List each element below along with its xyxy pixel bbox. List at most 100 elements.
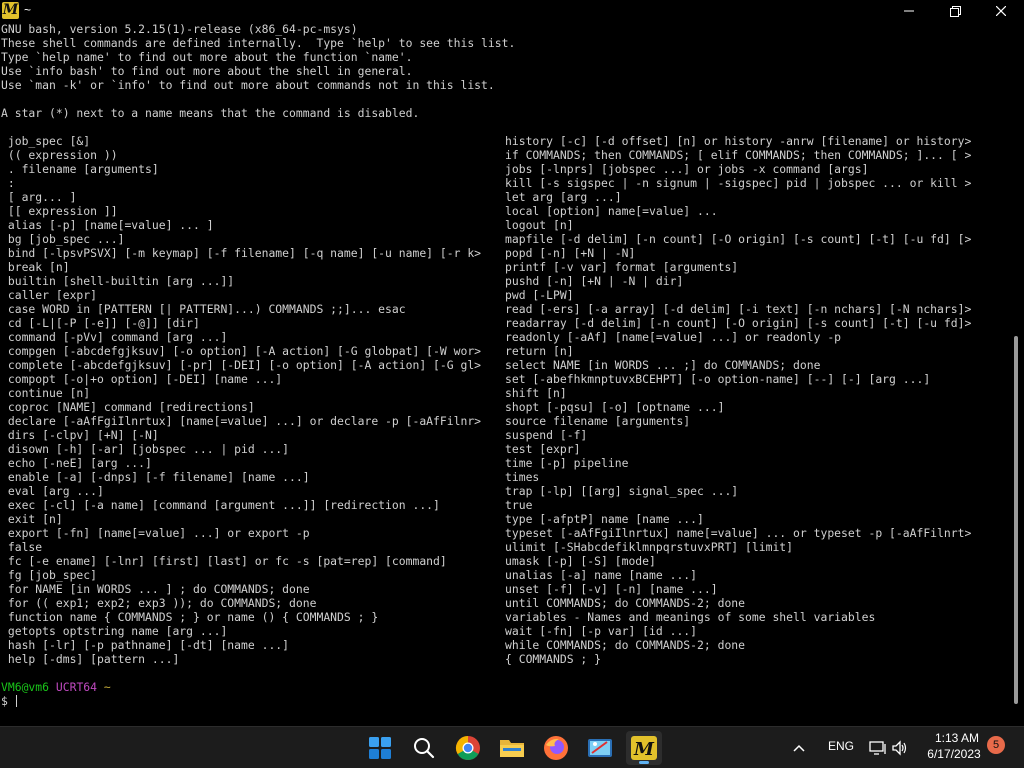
help-command-right: ulimit [-SHabcdefiklmnpqrstuvxPRT] [limi… xyxy=(505,540,794,554)
help-command-right: type [-afptP] name [name ...] xyxy=(505,512,704,526)
minimize-button[interactable] xyxy=(886,0,932,22)
terminal-output[interactable]: GNU bash, version 5.2.15(1)-release (x86… xyxy=(0,22,1012,726)
help-command-left: compgen [-abcdefgjksuv] [-o option] [-A … xyxy=(1,344,482,358)
help-command-right: shift [n] xyxy=(505,386,567,400)
snipping-tool-taskbar-button[interactable] xyxy=(582,731,618,765)
terminal-scrollbar[interactable] xyxy=(1014,336,1018,704)
taskbar: M ENG 1:13 AM 6/17/2023 5 xyxy=(0,726,1024,768)
msys2-taskbar-button[interactable]: M xyxy=(626,731,662,765)
help-command-left: exit [n] xyxy=(1,512,63,526)
help-command-right: suspend [-f] xyxy=(505,428,588,442)
maximize-button[interactable] xyxy=(932,0,978,22)
chrome-icon xyxy=(455,736,480,761)
help-command-right: logout [n] xyxy=(505,218,574,232)
help-command-left: command [-pVv] command [arg ...] xyxy=(1,330,228,344)
help-command-left: hash [-lr] [-p pathname] [-dt] [name ...… xyxy=(1,638,290,652)
help-command-left: case WORD in [PATTERN [| PATTERN]...) CO… xyxy=(1,302,406,316)
language-indicator[interactable]: ENG xyxy=(828,739,854,753)
help-command-left: echo [-neE] [arg ...] xyxy=(1,456,152,470)
prompt-line: VM6@vm6 UCRT64 ~ xyxy=(1,680,111,694)
help-command-right: pwd [-LPW] xyxy=(505,288,574,302)
help-command-left: for (( exp1; exp2; exp3 )); do COMMANDS;… xyxy=(1,596,317,610)
help-command-right: unset [-f] [-v] [-n] [name ...] xyxy=(505,582,718,596)
help-command-right: local [option] name[=value] ... xyxy=(505,204,718,218)
help-command-right: pushd [-n] [+N | -N | dir] xyxy=(505,274,684,288)
help-command-left: fg [job_spec] xyxy=(1,568,98,582)
start-button[interactable] xyxy=(362,731,398,765)
volume-tray-button[interactable] xyxy=(889,731,911,765)
help-command-left: complete [-abcdefgjksuv] [-pr] [-DEI] [-… xyxy=(1,358,482,372)
svg-text:M: M xyxy=(633,739,655,760)
show-hidden-icons-button[interactable] xyxy=(782,731,816,765)
help-command-right: times xyxy=(505,470,540,484)
help-command-left: export [-fn] [name[=value] ...] or expor… xyxy=(1,526,310,540)
help-command-left: : xyxy=(1,176,15,190)
window-title: ~ xyxy=(24,3,32,17)
network-tray-button[interactable] xyxy=(866,731,890,765)
close-icon xyxy=(996,6,1006,16)
restore-icon xyxy=(949,5,961,17)
help-command-right: read [-ers] [-a array] [-d delim] [-i te… xyxy=(505,302,972,316)
close-button[interactable] xyxy=(978,0,1024,22)
help-command-left: break [n] xyxy=(1,260,70,274)
file-explorer-taskbar-button[interactable] xyxy=(494,731,530,765)
help-command-right: popd [-n] [+N | -N] xyxy=(505,246,636,260)
search-button[interactable] xyxy=(406,731,442,765)
terminal-header-line: Type `help name' to find out more about … xyxy=(1,50,413,64)
help-command-right: umask [-p] [-S] [mode] xyxy=(505,554,656,568)
help-command-left: getopts optstring name [arg ...] xyxy=(1,624,228,638)
windows-start-icon xyxy=(369,737,391,759)
help-command-right: mapfile [-d delim] [-n count] [-O origin… xyxy=(505,232,972,246)
chevron-up-icon xyxy=(793,744,805,752)
terminal-header-line: Use `info bash' to find out more about t… xyxy=(1,64,413,78)
help-command-left: [ arg... ] xyxy=(1,190,77,204)
help-command-left: bind [-lpsvPSVX] [-m keymap] [-f filenam… xyxy=(1,246,482,260)
help-command-right: jobs [-lnprs] [jobspec ...] or jobs -x c… xyxy=(505,162,869,176)
help-command-left: help [-dms] [pattern ...] xyxy=(1,652,180,666)
msys2-app-icon[interactable]: M xyxy=(2,2,19,19)
help-command-left: builtin [shell-builtin [arg ...]] xyxy=(1,274,235,288)
clock-time[interactable]: 1:13 AM xyxy=(932,731,982,745)
prompt-symbol: $ xyxy=(1,694,8,708)
help-command-left: false xyxy=(1,540,43,554)
prompt-path: ~ xyxy=(103,680,111,694)
help-command-right: wait [-fn] [-p var] [id ...] xyxy=(505,624,698,638)
help-command-right: let arg [arg ...] xyxy=(505,190,622,204)
firefox-icon xyxy=(544,736,568,760)
help-command-left: fc [-e ename] [-lnr] [first] [last] or f… xyxy=(1,554,447,568)
terminal-header-line: A star (*) next to a name means that the… xyxy=(1,106,420,120)
help-command-right: kill [-s sigspec | -n signum | -sigspec]… xyxy=(505,176,972,190)
help-command-left: exec [-cl] [-a name] [command [argument … xyxy=(1,498,440,512)
notification-badge[interactable]: 5 xyxy=(987,736,1005,754)
help-command-right: printf [-v var] format [arguments] xyxy=(505,260,739,274)
text-cursor xyxy=(15,695,17,707)
command-input-line[interactable]: $ xyxy=(1,694,17,708)
help-command-right: true xyxy=(505,498,533,512)
help-command-right: set [-abefhkmnptuvxBCEHPT] [-o option-na… xyxy=(505,372,931,386)
help-command-right: return [n] xyxy=(505,344,574,358)
title-bar: M ~ xyxy=(0,0,1024,22)
terminal-header-line: Use `man -k' or `info' to find out more … xyxy=(1,78,495,92)
prompt-environment: UCRT64 xyxy=(55,680,98,694)
help-command-left: declare [-aAfFgiIlnrtux] [name[=value] .… xyxy=(1,414,482,428)
network-icon xyxy=(869,741,886,755)
terminal-header-line: GNU bash, version 5.2.15(1)-release (x86… xyxy=(1,22,358,36)
help-command-right: variables - Names and meanings of some s… xyxy=(505,610,876,624)
help-command-right: until COMMANDS; do COMMANDS-2; done xyxy=(505,596,746,610)
chrome-taskbar-button[interactable] xyxy=(450,731,486,765)
firefox-taskbar-button[interactable] xyxy=(538,731,574,765)
help-command-left: eval [arg ...] xyxy=(1,484,104,498)
terminal-header-line: These shell commands are defined interna… xyxy=(1,36,516,50)
help-command-right: trap [-lp] [[arg] signal_spec ...] xyxy=(505,484,739,498)
help-command-left: disown [-h] [-ar] [jobspec ... | pid ...… xyxy=(1,442,290,456)
help-command-left: [[ expression ]] xyxy=(1,204,118,218)
help-command-left: coproc [NAME] command [redirections] xyxy=(1,400,255,414)
snipping-tool-icon xyxy=(588,739,612,757)
prompt-user-host: VM6@vm6 xyxy=(1,680,50,694)
clock-date[interactable]: 6/17/2023 xyxy=(922,747,986,761)
help-command-left: compopt [-o|+o option] [-DEI] [name ...] xyxy=(1,372,283,386)
help-command-right: shopt [-pqsu] [-o] [optname ...] xyxy=(505,400,725,414)
help-command-left: continue [n] xyxy=(1,386,91,400)
help-command-left: bg [job_spec ...] xyxy=(1,232,125,246)
help-command-left: for NAME [in WORDS ... ] ; do COMMANDS; … xyxy=(1,582,310,596)
